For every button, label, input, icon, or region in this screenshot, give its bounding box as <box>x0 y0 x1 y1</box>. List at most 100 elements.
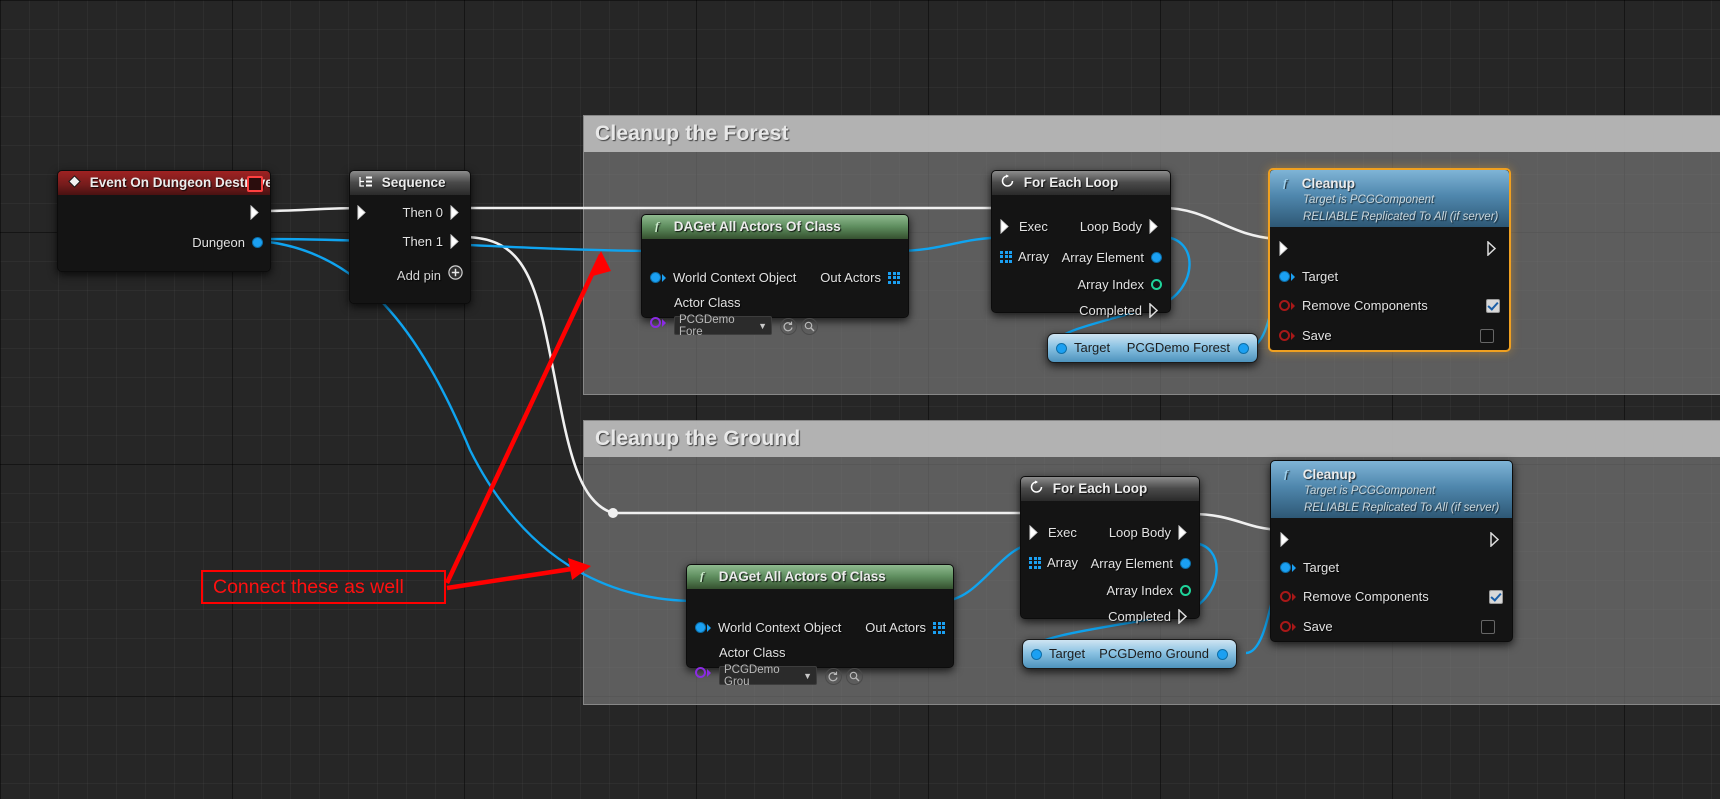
node-header[interactable]: f Cleanup Target is PCGComponent RELIABL… <box>1270 170 1509 227</box>
node-get-all-actors-of-class-forest[interactable]: f DAGet All Actors Of Class World Contex… <box>641 214 909 338</box>
pin-in-exec[interactable] <box>1279 240 1292 261</box>
pin-out-exec[interactable] <box>1490 531 1503 552</box>
pin-out-loop-body[interactable]: Loop Body <box>1109 525 1191 540</box>
actor-class-buttons[interactable] <box>776 318 818 335</box>
class-pin-icon[interactable] <box>695 667 706 678</box>
search-icon[interactable] <box>801 318 818 335</box>
node-cleanup-ground[interactable]: f Cleanup Target is PCGComponent RELIABL… <box>1270 460 1513 642</box>
pin-out-array-element[interactable]: Array Element <box>1062 250 1162 265</box>
node-header[interactable]: For Each Loop <box>992 171 1170 195</box>
pin-in-remove-components[interactable]: Remove Components <box>1280 589 1503 604</box>
pin-in-exec[interactable] <box>1280 531 1293 552</box>
blueprint-graph-canvas[interactable]: Cleanup the Forest Cleanup the Ground Ev… <box>0 0 1720 799</box>
save-checkbox[interactable] <box>1480 619 1495 634</box>
pin-label: Target <box>1302 269 1339 284</box>
object-pin-icon[interactable] <box>1217 648 1228 660</box>
node-for-each-loop-forest[interactable]: For Each Loop Exec Array Loop Body Array… <box>991 170 1171 318</box>
comment-title[interactable]: Cleanup the Forest <box>584 116 1720 152</box>
browse-icon[interactable] <box>780 318 797 335</box>
class-pin-icon[interactable] <box>650 317 661 328</box>
object-pin-icon[interactable] <box>1280 562 1291 573</box>
int-pin-icon[interactable] <box>1151 279 1162 290</box>
node-target-variable-ground[interactable]: Target PCGDemo Ground <box>1022 639 1237 669</box>
pin-out-then1[interactable]: Then 1 <box>403 234 463 249</box>
node-body[interactable]: Target PCGDemo Forest <box>1048 334 1257 362</box>
actor-class-dropdown[interactable]: PCGDemo Fore ▼ <box>674 314 772 338</box>
chevron-down-icon[interactable]: ▼ <box>797 671 812 681</box>
object-pin-icon[interactable] <box>650 272 661 283</box>
delegate-square-icon[interactable] <box>247 176 263 192</box>
node-for-each-loop-ground[interactable]: For Each Loop Exec Array Loop Body Array… <box>1020 476 1200 624</box>
pin-out-exec[interactable] <box>1487 240 1500 261</box>
object-pin-icon[interactable] <box>1151 252 1162 263</box>
node-header[interactable]: f DAGet All Actors Of Class <box>687 565 953 589</box>
pin-in-exec[interactable]: Exec <box>1029 525 1077 540</box>
pin-out-completed[interactable]: Completed <box>1108 609 1191 624</box>
object-pin-icon[interactable] <box>1180 558 1191 569</box>
pin-out-actors[interactable]: Out Actors <box>865 620 945 635</box>
pin-out-completed[interactable]: Completed <box>1079 303 1162 318</box>
node-header[interactable]: For Each Loop <box>1021 477 1199 501</box>
pin-out-array-index[interactable]: Array Index <box>1078 277 1162 292</box>
pin-in-exec[interactable] <box>357 204 370 225</box>
node-target-variable-forest[interactable]: Target PCGDemo Forest <box>1047 333 1258 363</box>
chevron-down-icon[interactable]: ▼ <box>752 321 767 331</box>
search-icon[interactable] <box>846 668 863 685</box>
pin-in-world-context-object[interactable]: World Context Object <box>650 270 796 285</box>
object-pin-icon[interactable] <box>1238 342 1249 354</box>
object-pin-icon[interactable] <box>1279 271 1290 282</box>
add-pin-button[interactable]: Add pin <box>397 265 463 285</box>
pin-out-dungeon[interactable]: Dungeon <box>192 235 263 250</box>
pin-in-remove-components[interactable]: Remove Components <box>1279 298 1500 313</box>
node-get-all-actors-of-class-ground[interactable]: f DAGet All Actors Of Class World Contex… <box>686 564 954 688</box>
node-header[interactable]: Event On Dungeon Destroyed <box>58 171 270 195</box>
bool-pin-icon[interactable] <box>1279 300 1290 311</box>
comment-title[interactable]: Cleanup the Ground <box>584 421 1720 457</box>
svg-text:f: f <box>700 569 705 582</box>
node-header[interactable]: f Cleanup Target is PCGComponent RELIABL… <box>1271 461 1512 518</box>
remove-components-checkbox[interactable] <box>1489 589 1503 604</box>
actor-class-buttons[interactable] <box>821 668 863 685</box>
node-cleanup-forest[interactable]: f Cleanup Target is PCGComponent RELIABL… <box>1268 168 1511 352</box>
pin-in-exec[interactable]: Exec <box>1000 219 1048 234</box>
node-event-on-dungeon-destroyed[interactable]: Event On Dungeon Destroyed Dungeon <box>57 170 271 272</box>
pin-out-loop-body[interactable]: Loop Body <box>1080 219 1162 234</box>
pin-in-actor-class[interactable] <box>650 317 667 328</box>
pin-in-array[interactable]: Array <box>1000 249 1049 264</box>
pin-out-actors[interactable]: Out Actors <box>820 270 900 285</box>
pin-in-world-context-object[interactable]: World Context Object <box>695 620 841 635</box>
bool-pin-icon[interactable] <box>1280 591 1291 602</box>
node-header[interactable]: Sequence <box>350 171 470 195</box>
pin-out-array-element[interactable]: Array Element <box>1091 556 1191 571</box>
node-body[interactable]: Target PCGDemo Ground <box>1023 640 1236 668</box>
pin-in-actor-class[interactable] <box>695 667 712 678</box>
bool-pin-icon[interactable] <box>1279 330 1290 341</box>
node-subtitle-line1: Target is PCGComponent <box>1304 485 1436 497</box>
pin-in-target[interactable]: Target <box>1280 560 1339 575</box>
pin-out-exec[interactable] <box>250 205 263 220</box>
pin-out-then0[interactable]: Then 0 <box>403 205 463 220</box>
pin-in-array[interactable]: Array <box>1029 555 1078 570</box>
pin-in-target[interactable]: Target <box>1279 269 1338 284</box>
array-pin-icon[interactable] <box>888 271 900 284</box>
node-sequence[interactable]: Sequence Then 0 Then 1 Add pin <box>349 170 471 304</box>
save-checkbox[interactable] <box>1479 328 1494 343</box>
object-pin-icon[interactable] <box>252 237 263 248</box>
pin-out-array-index[interactable]: Array Index <box>1107 583 1191 598</box>
loop-icon <box>1000 172 1016 195</box>
array-pin-icon[interactable] <box>1000 250 1012 263</box>
pin-in-save[interactable]: Save <box>1279 328 1500 343</box>
actor-class-dropdown[interactable]: PCGDemo Grou ▼ <box>719 664 817 688</box>
object-pin-icon[interactable] <box>1056 342 1067 354</box>
array-pin-icon[interactable] <box>1029 556 1041 569</box>
node-header[interactable]: f DAGet All Actors Of Class <box>642 215 908 239</box>
object-pin-icon[interactable] <box>1031 648 1042 660</box>
object-pin-icon[interactable] <box>695 622 706 633</box>
array-pin-icon[interactable] <box>933 621 945 634</box>
plus-circle-icon[interactable] <box>448 265 463 285</box>
browse-icon[interactable] <box>825 668 842 685</box>
bool-pin-icon[interactable] <box>1280 621 1291 632</box>
remove-components-checkbox[interactable] <box>1486 298 1500 313</box>
int-pin-icon[interactable] <box>1180 585 1191 596</box>
pin-in-save[interactable]: Save <box>1280 619 1503 634</box>
